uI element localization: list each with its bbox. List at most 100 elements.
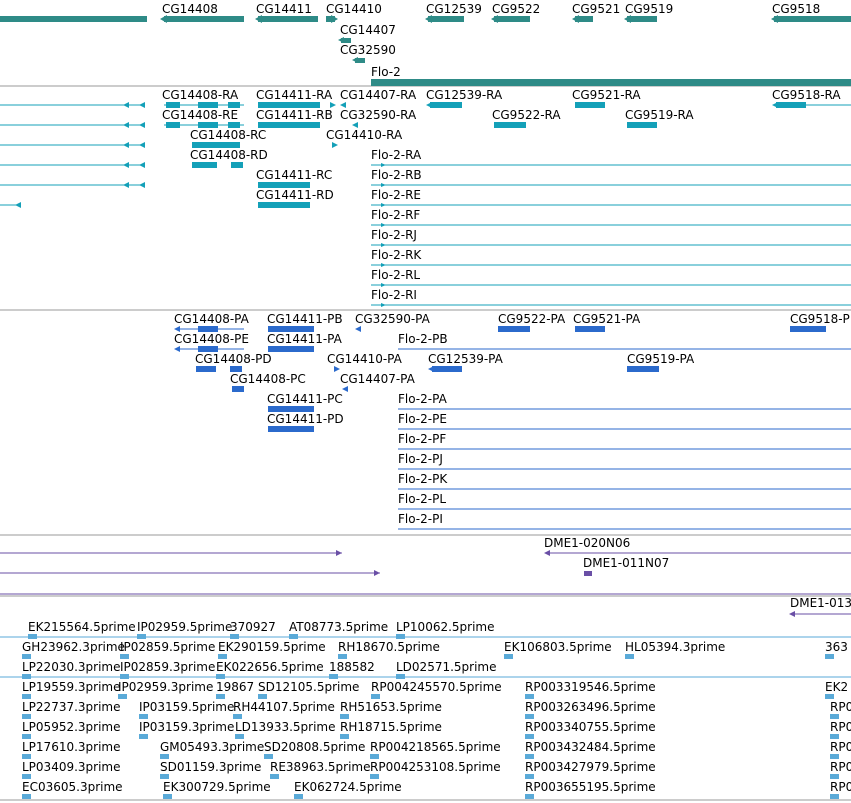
tx-cg14408-rc-ex1[interactable]	[192, 142, 240, 148]
pr-cg14408-pe-ex[interactable]	[198, 346, 218, 352]
est-mark-gh23962-3prime[interactable]	[22, 654, 31, 659]
tx-cg12539-ra[interactable]	[430, 102, 462, 108]
tx-cg14408-rd-ex2[interactable]	[231, 162, 243, 168]
est-mark-sd12105-5prime[interactable]	[258, 694, 267, 699]
est-mark-at08773-5prime[interactable]	[289, 634, 298, 639]
pr-cg14408-pe-arrow[interactable]	[174, 346, 180, 352]
est-mark-rp003319546-5prime[interactable]	[525, 694, 534, 699]
est-mark-rp0[interactable]	[830, 714, 839, 719]
tx-cg14408-re-ex1[interactable]	[166, 122, 180, 128]
est-mark-ip02859-3prime[interactable]	[120, 674, 129, 679]
est-mark-ec03605-3prime[interactable]	[22, 794, 31, 799]
pr-cg14408-pd-ex1[interactable]	[196, 366, 216, 372]
est-mark-ip02859-5prime[interactable]	[120, 654, 129, 659]
tx-cg14410-ra-arrow[interactable]	[332, 142, 338, 148]
est-mark-ek300729-5prime[interactable]	[163, 794, 172, 799]
tx-cg14408-ra-ex3[interactable]	[228, 102, 240, 108]
pr-cg14408-pc-ex[interactable]	[232, 386, 244, 392]
transcript-left-arrow2-3[interactable]	[139, 162, 145, 168]
est-mark-ip03159-5prime[interactable]	[139, 714, 148, 719]
clone-left-arrow-2[interactable]	[374, 570, 380, 576]
tx-flo-2-arrow-7[interactable]	[381, 303, 386, 307]
est-mark-188582[interactable]	[329, 674, 338, 679]
tx-cg12539-ra-arrow[interactable]	[426, 102, 432, 108]
est-mark-ek106803-5prime[interactable]	[504, 654, 513, 659]
tx-cg14411-ra[interactable]	[258, 102, 320, 108]
est-mark-rp003655195-5prime[interactable]	[525, 794, 534, 799]
gene-bar-cg9519[interactable]	[627, 16, 657, 22]
gene-bar-cg14411[interactable]	[258, 16, 318, 22]
pr-cg12539-pa-arrow[interactable]	[428, 366, 434, 372]
tx-cg9521-ra[interactable]	[575, 102, 605, 108]
est-mark-rp004245570-5prime[interactable]	[371, 694, 380, 699]
tx-flo-2-arrow-4[interactable]	[381, 243, 386, 247]
tx-flo-2-arrow-5[interactable]	[381, 263, 386, 267]
tx-flo-2-arrow-1[interactable]	[381, 183, 386, 187]
est-mark-rp0[interactable]	[830, 734, 839, 739]
gene-arrow-cg14408[interactable]	[160, 15, 167, 23]
transcript-left-arrow-0[interactable]	[123, 102, 129, 108]
pr-cg14411-pc[interactable]	[268, 406, 314, 412]
tx-cg14411-rb[interactable]	[258, 122, 320, 128]
est-mark-gm05493-3prime[interactable]	[160, 754, 169, 759]
pr-cg32590-pa-arrow[interactable]	[355, 326, 361, 332]
tx-cg14408-rd-ex1[interactable]	[192, 162, 217, 168]
tx-cg9518-ra-ex[interactable]	[776, 102, 806, 108]
est-mark-sd20808-5prime[interactable]	[264, 754, 273, 759]
est-mark-lp22030-3prime[interactable]	[22, 674, 31, 679]
pr-cg14407-pa-arrow[interactable]	[342, 386, 348, 392]
est-mark-ek290159-5prime[interactable]	[218, 654, 227, 659]
est-mark-rp0[interactable]	[830, 794, 839, 799]
est-mark-ek022656-5prime[interactable]	[216, 674, 225, 679]
est-mark-363[interactable]	[825, 654, 834, 659]
gene-bar-left[interactable]	[0, 16, 147, 22]
pr-cg9522-pa[interactable]	[498, 326, 530, 332]
est-mark-lp10062-5prime[interactable]	[396, 634, 405, 639]
est-mark-rh18670-5prime[interactable]	[338, 654, 347, 659]
est-mark-rp004253108-5prime[interactable]	[370, 774, 379, 779]
pr-cg14408-pa-ex[interactable]	[198, 326, 218, 332]
est-mark-rp003427979-5prime[interactable]	[525, 774, 534, 779]
clone-dme1-011n07-block[interactable]	[584, 571, 592, 576]
est-mark-rp003263496-5prime[interactable]	[525, 714, 534, 719]
transcript-left-arrow2-4[interactable]	[139, 182, 145, 188]
tx-flo-2-arrow-2[interactable]	[381, 203, 386, 207]
pr-cg14411-pa[interactable]	[268, 346, 314, 352]
transcript-left-arrow-3[interactable]	[123, 162, 129, 168]
transcript-left-arrow2-0[interactable]	[139, 102, 145, 108]
pr-cg14411-pb[interactable]	[268, 326, 314, 332]
pr-cg14411-pd[interactable]	[268, 426, 314, 432]
est-mark-lp22737-3prime[interactable]	[22, 714, 31, 719]
transcript-left-arrow-1[interactable]	[123, 122, 129, 128]
tx-cg14411-rd[interactable]	[258, 202, 310, 208]
est-mark-ek062724-5prime[interactable]	[294, 794, 303, 799]
transcript-left-arrow2-1[interactable]	[139, 122, 145, 128]
est-mark-rp003340755-5prime[interactable]	[525, 734, 534, 739]
est-mark-rp004218565-5prime[interactable]	[370, 754, 379, 759]
tx-cg9522-ra[interactable]	[494, 122, 526, 128]
est-mark-ip02959-5prime[interactable]	[137, 634, 146, 639]
transcript-left-arrow-2[interactable]	[123, 142, 129, 148]
est-mark-hl05394-3prime[interactable]	[625, 654, 634, 659]
tx-cg14408-ra-ex2[interactable]	[198, 102, 218, 108]
gene-bar-cg14408[interactable]	[164, 16, 244, 22]
est-mark-sd01159-3prime[interactable]	[160, 774, 169, 779]
est-mark-lp17610-3prime[interactable]	[22, 754, 31, 759]
est-mark-lp05952-3prime[interactable]	[22, 734, 31, 739]
tx-flo-2-arrow-0[interactable]	[381, 163, 386, 167]
est-mark-rp0[interactable]	[830, 774, 839, 779]
transcript-left-arrow2-2[interactable]	[139, 142, 145, 148]
gene-bar-cg12539[interactable]	[428, 16, 464, 22]
gene-bar-cg9522[interactable]	[494, 16, 530, 22]
tx-cg9518-ra-arrow[interactable]	[772, 102, 778, 108]
est-mark-rp0[interactable]	[830, 754, 839, 759]
tx-cg14408-re-ex3[interactable]	[228, 122, 240, 128]
tx-cg14411-ra-arrow[interactable]	[330, 102, 336, 108]
est-mark-ip02959-3prime[interactable]	[118, 694, 127, 699]
tx-cg14408-re-ex2[interactable]	[198, 122, 218, 128]
est-mark-ek215564-5prime[interactable]	[28, 634, 37, 639]
clone-dme1-013-arrow[interactable]	[789, 611, 795, 617]
tx-cg14408-ra-ex1[interactable]	[166, 102, 180, 108]
est-mark-ek2[interactable]	[825, 694, 834, 699]
transcript-left-arrow-5[interactable]	[15, 202, 21, 208]
